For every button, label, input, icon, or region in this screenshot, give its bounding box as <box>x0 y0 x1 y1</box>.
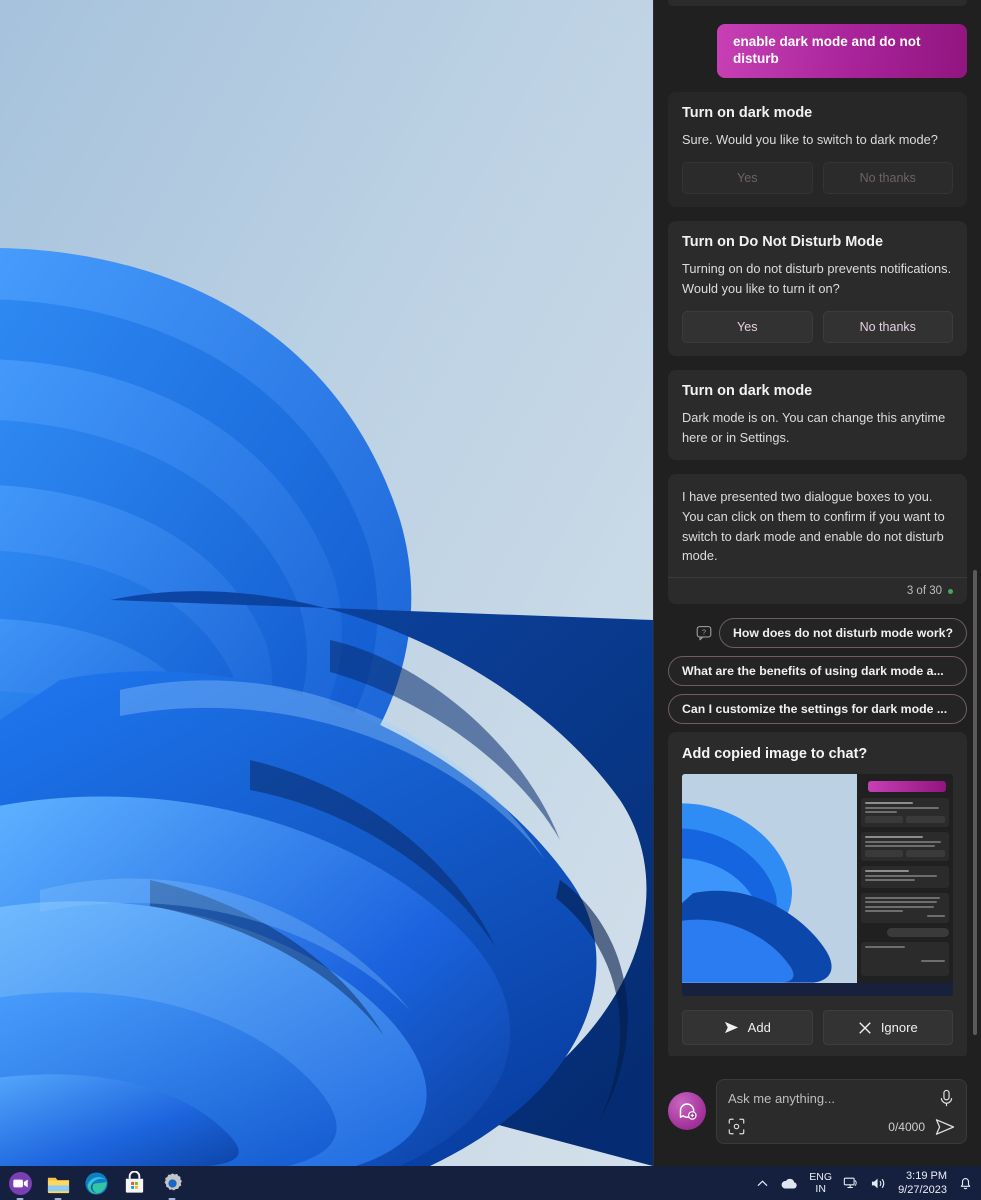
card-actions: Yes No thanks <box>682 162 953 195</box>
suggestion-chip-2[interactable]: Can I customize the settings for dark mo… <box>668 694 967 725</box>
yes-button-dark-mode: Yes <box>682 162 813 195</box>
language-indicator[interactable]: ENG IN <box>809 1171 832 1195</box>
chat-message-input[interactable] <box>728 1090 938 1106</box>
thumbnail-wallpaper <box>682 774 857 983</box>
notification-bell-icon[interactable] <box>958 1175 973 1191</box>
chat-input-area: 0/4000 <box>654 1056 981 1166</box>
summary-text: I have presented two dialogue boxes to y… <box>682 488 945 564</box>
composer-top-row <box>728 1089 955 1108</box>
assistant-summary-message: I have presented two dialogue boxes to y… <box>668 473 967 605</box>
svg-text:?: ? <box>702 628 706 637</box>
send-message-button[interactable] <box>935 1118 955 1136</box>
suggestion-chip-0[interactable]: How does do not disturb mode work? <box>719 618 967 649</box>
thumbnail-chip <box>887 928 949 938</box>
card-turn-on-dark-mode: Turn on dark mode Sure. Would you like t… <box>668 91 967 208</box>
desktop-wallpaper <box>0 0 653 1166</box>
send-arrow-icon <box>724 1022 738 1034</box>
screenshot-capture-button[interactable] <box>728 1118 745 1135</box>
taskbar-chat-app-icon[interactable] <box>6 1169 34 1200</box>
microphone-icon <box>940 1089 953 1106</box>
windows-bloom-wallpaper <box>0 0 653 1166</box>
add-image-button[interactable]: Add <box>682 1010 813 1046</box>
card-turn-on-do-not-disturb: Turn on Do Not Disturb Mode Turning on d… <box>668 221 967 357</box>
taskbar-settings-icon[interactable] <box>158 1169 186 1200</box>
thumbnail-card <box>860 892 949 924</box>
card-dark-mode-enabled: Turn on dark mode Dark mode is on. You c… <box>668 370 967 460</box>
system-tray: ENG IN 3:19 PM 9/27/2023 <box>756 1169 981 1198</box>
ignore-image-button[interactable]: Ignore <box>822 1010 953 1046</box>
add-copied-image-panel: Add copied image to chat? Add Ignore <box>668 732 967 1056</box>
question-bubble-icon: ? <box>696 626 712 641</box>
suggestion-row-first: ? How does do not disturb mode work? <box>668 618 967 649</box>
card-body: Dark mode is on. You can change this any… <box>682 410 946 445</box>
volume-icon[interactable] <box>870 1176 887 1191</box>
card-title: Turn on Do Not Disturb Mode <box>682 234 884 251</box>
chat-scroll-area[interactable]: enable dark mode and do not disturb Turn… <box>654 0 981 1056</box>
card-title: Turn on dark mode <box>682 104 813 121</box>
taskbar-app-icons <box>0 1169 186 1200</box>
chat-plus-icon <box>679 1102 697 1120</box>
user-message-bubble: enable dark mode and do not disturb <box>717 24 967 78</box>
taskbar-edge-browser-icon[interactable] <box>82 1169 110 1197</box>
add-button-label: Add <box>747 1020 771 1036</box>
taskbar-microsoft-store-icon[interactable] <box>120 1169 148 1197</box>
thumbnail-composer <box>860 942 949 977</box>
image-panel-actions: Add Ignore <box>682 1010 953 1046</box>
onedrive-cloud-icon[interactable] <box>780 1177 798 1190</box>
suggestion-chip-1[interactable]: What are the benefits of using dark mode… <box>668 656 967 687</box>
taskbar-file-explorer-icon[interactable] <box>44 1169 72 1200</box>
windows-taskbar: ENG IN 3:19 PM 9/27/2023 <box>0 1166 981 1200</box>
thumbnail-taskbar <box>682 982 953 997</box>
tray-time: 3:19 PM <box>906 1169 947 1182</box>
thumbnail-user-bubble <box>868 781 946 793</box>
card-title: Turn on dark mode <box>682 383 813 400</box>
card-body: Sure. Would you like to switch to dark m… <box>682 131 938 147</box>
previous-card-clipped <box>668 0 967 6</box>
ignore-button-label: Ignore <box>880 1020 918 1036</box>
send-paper-plane-icon <box>935 1118 955 1135</box>
status-dot-icon <box>948 588 953 594</box>
copied-image-thumbnail[interactable] <box>682 774 953 997</box>
voice-input-button[interactable] <box>938 1089 955 1108</box>
tray-date: 9/27/2023 <box>898 1184 947 1196</box>
thumbnail-card <box>860 798 949 828</box>
composer-bottom-row: 0/4000 <box>728 1118 955 1136</box>
language-primary: ENG <box>809 1170 833 1183</box>
card-actions: Yes No thanks <box>682 311 953 344</box>
message-composer: 0/4000 <box>716 1078 967 1144</box>
response-counter: 3 of 30 <box>906 585 942 598</box>
suggestions-group: ? How does do not disturb mode work? Wha… <box>668 618 967 725</box>
thumbnail-card <box>860 866 949 888</box>
panel-title: Add copied image to chat? <box>682 746 868 763</box>
new-chat-avatar-button[interactable] <box>668 1092 706 1130</box>
user-message-row: enable dark mode and do not disturb <box>668 24 967 78</box>
thumbnail-chat-panel <box>856 774 953 983</box>
character-counter: 0/4000 <box>888 1119 925 1134</box>
copilot-chat-panel: enable dark mode and do not disturb Turn… <box>653 0 981 1166</box>
chevron-up-icon[interactable] <box>756 1177 769 1190</box>
scan-capture-icon <box>728 1118 745 1135</box>
clock-widget[interactable]: 3:19 PM 9/27/2023 <box>898 1169 947 1198</box>
close-x-icon <box>859 1022 871 1034</box>
thumbnail-card <box>860 832 949 862</box>
language-secondary: IN <box>815 1183 826 1195</box>
yes-button-do-not-disturb[interactable]: Yes <box>682 311 813 344</box>
chat-scrollbar-thumb[interactable] <box>973 570 977 1035</box>
no-thanks-button-dark-mode: No thanks <box>822 162 953 195</box>
card-body: Turning on do not disturb prevents notif… <box>682 261 952 296</box>
no-thanks-button-do-not-disturb[interactable]: No thanks <box>822 311 953 344</box>
message-footer: 3 of 30 <box>668 577 967 604</box>
network-icon[interactable] <box>843 1176 859 1191</box>
